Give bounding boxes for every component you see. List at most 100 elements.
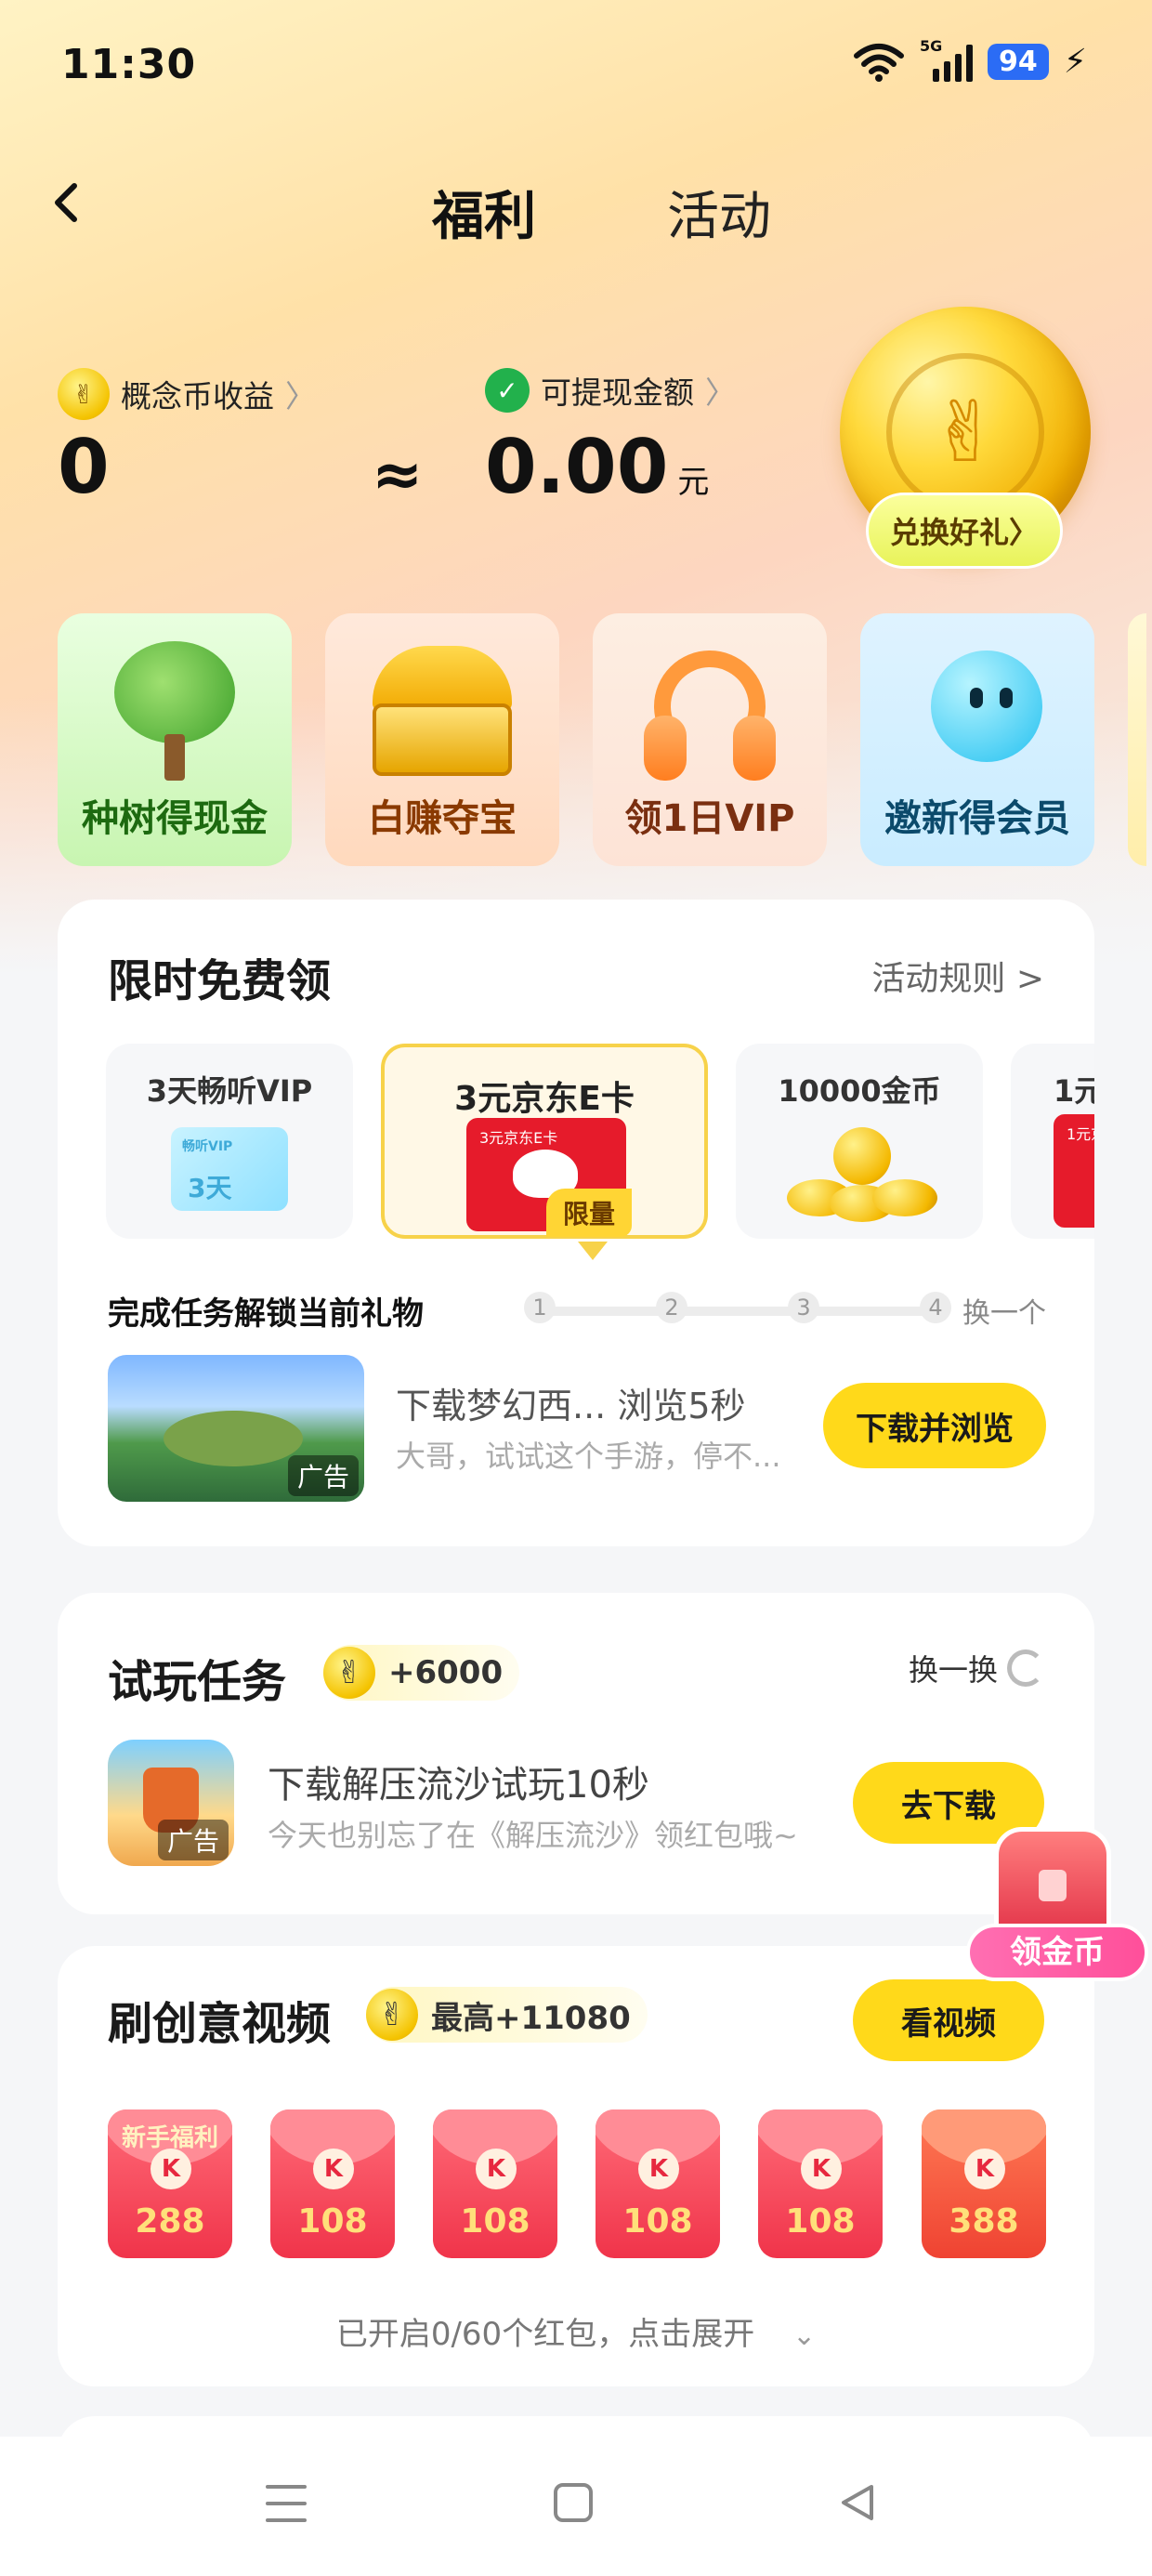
packet-logo-icon: K xyxy=(313,2149,354,2189)
quick-entry-row: 种树得现金 白赚夺宝 领1日VIP 邀新得会员 xyxy=(58,613,1146,866)
jd-card-caption: 3元京东E卡 xyxy=(479,1129,558,1147)
gift-item-selected[interactable]: 3元京东E卡 3元京东E卡 限量 xyxy=(381,1044,708,1239)
vip-card-icon: 畅听VIP 3天 xyxy=(171,1127,288,1211)
gold-coins-icon xyxy=(787,1127,937,1222)
red-packet[interactable]: K 388 xyxy=(922,2109,1046,2258)
creative-video-section: 刷创意视频 ✌ 最高+11080 看视频 新手福利 K 288 K 108 K … xyxy=(58,1946,1094,2386)
tab-activity[interactable]: 活动 xyxy=(667,175,771,250)
expand-packets-link[interactable]: 已开启0/60个红包，点击展开 ⌄ xyxy=(58,2308,1094,2354)
status-icons: 5G 94 ⚡ xyxy=(853,37,1087,82)
red-packet[interactable]: 新手福利 K 288 xyxy=(108,2109,232,2258)
packet-logo-icon: K xyxy=(964,2149,1005,2189)
section-title: 限时免费领 xyxy=(108,955,332,1007)
red-packet[interactable]: K 108 xyxy=(270,2109,395,2258)
quick-card-label: 领1日VIP xyxy=(624,797,795,840)
limited-tag: 限量 xyxy=(545,1189,632,1237)
tab-welfare[interactable]: 福利 xyxy=(432,175,536,250)
home-icon[interactable] xyxy=(554,2483,593,2522)
reward-amount: 最高+11080 xyxy=(431,1999,631,2037)
gift-item[interactable]: 3天畅听VIP 畅听VIP 3天 xyxy=(106,1044,353,1239)
refresh-icon xyxy=(1007,1649,1044,1687)
red-packet[interactable]: K 108 xyxy=(596,2109,720,2258)
top-nav: 福利 活动 xyxy=(0,158,1152,260)
mascot-icon xyxy=(903,641,1052,781)
swap-label: 换一换 xyxy=(908,1652,998,1688)
task-title: 下载梦幻西... 浏览5秒 xyxy=(396,1386,746,1426)
gift-name: 1元 xyxy=(1054,1073,1094,1109)
gift-name: 3元京东E卡 xyxy=(454,1080,635,1118)
floating-coin-chest[interactable]: 领金币 xyxy=(966,1827,1148,1994)
back-triangle-icon[interactable] xyxy=(836,2481,879,2524)
quick-card-vip[interactable]: 领1日VIP xyxy=(593,613,827,866)
swap-gift-button[interactable]: 换一个 xyxy=(962,1290,1046,1331)
selection-pointer xyxy=(578,1242,608,1260)
network-type: 5G xyxy=(919,37,943,55)
quick-card-invite[interactable]: 邀新得会员 xyxy=(860,613,1094,866)
quick-card-label: 种树得现金 xyxy=(82,797,268,840)
chevron-down-icon: ⌄ xyxy=(792,2320,817,2352)
money-tree-icon xyxy=(105,641,244,781)
lock-icon xyxy=(1039,1870,1067,1901)
cash-amount-value: 0.00 xyxy=(485,424,669,510)
reward-pill: ✌ +6000 xyxy=(323,1645,520,1701)
coin-earnings-link[interactable]: ✌ 概念币收益 〉 xyxy=(58,368,316,420)
gift-name: 3天畅听VIP xyxy=(146,1073,313,1109)
coin-icon: ✌ xyxy=(323,1647,375,1699)
activity-rules-link[interactable]: 活动规则 > xyxy=(871,952,1044,1000)
unlock-title: 完成任务解锁当前礼物 xyxy=(108,1295,424,1333)
coin-icon: ✌ xyxy=(58,368,110,420)
limited-free-section: 限时免费领 活动规则 > 3天畅听VIP 畅听VIP 3天 3元京东E卡 3元京… xyxy=(58,900,1094,1546)
gift-carousel: 3天畅听VIP 畅听VIP 3天 3元京东E卡 3元京东E卡 限量 10000金… xyxy=(106,1044,1094,1248)
reward-amount: +6000 xyxy=(388,1654,504,1691)
game-ad-thumbnail[interactable]: 广告 xyxy=(108,1355,364,1502)
cash-unit: 元 xyxy=(677,464,710,501)
cash-amount-link[interactable]: ✓ 可提现金额 〉 xyxy=(485,368,736,413)
red-packet[interactable]: K 108 xyxy=(758,2109,883,2258)
packet-amount: 388 xyxy=(949,2202,1019,2241)
progress-step: 1 xyxy=(524,1292,556,1323)
quick-card-treasure[interactable]: 白赚夺宝 xyxy=(325,613,559,866)
system-navigation-bar xyxy=(0,2437,1152,2576)
quick-card-label: 白赚夺宝 xyxy=(368,797,517,840)
treasure-chest-icon xyxy=(363,646,521,776)
headphones-icon xyxy=(631,641,789,781)
jd-card-icon: 1元京 xyxy=(1054,1114,1094,1228)
collect-coins-label: 领金币 xyxy=(966,1924,1148,1981)
quick-card-plant-tree[interactable]: 种树得现金 xyxy=(58,613,292,866)
signal-icon: 5G xyxy=(920,37,973,82)
reward-pill: ✌ 最高+11080 xyxy=(366,1987,648,2043)
expand-hint-text: 已开启0/60个红包，点击展开 xyxy=(335,2316,755,2353)
gift-item[interactable]: 10000金币 xyxy=(736,1044,983,1239)
app-ad-icon[interactable]: 广告 xyxy=(108,1740,234,1866)
coin-earnings-value: 0 xyxy=(58,424,110,510)
quick-card-next-peek[interactable] xyxy=(1128,613,1146,866)
progress-step: 3 xyxy=(788,1292,819,1323)
jd-card-icon: 3元京东E卡 限量 xyxy=(466,1118,632,1237)
status-bar: 11:30 5G 94 ⚡ xyxy=(0,0,1152,139)
progress-step: 2 xyxy=(656,1292,687,1323)
red-packet[interactable]: K 108 xyxy=(433,2109,557,2258)
swap-task-button[interactable]: 换一换 xyxy=(909,1647,1044,1689)
task-subtitle: 大哥，试试这个手游，停不... xyxy=(396,1439,781,1474)
exchange-gift-button[interactable]: 兑换好礼〉 xyxy=(866,493,1063,569)
packet-amount: 288 xyxy=(135,2202,205,2241)
menu-icon[interactable] xyxy=(266,2485,307,2522)
jd-card-caption: 1元京 xyxy=(1067,1125,1094,1143)
download-browse-button[interactable]: 下载并浏览 xyxy=(823,1383,1046,1468)
chevron-left-icon[interactable] xyxy=(39,175,95,230)
packet-amount: 108 xyxy=(785,2202,856,2241)
chevron-right-icon: 〉 xyxy=(705,375,736,411)
task-subtitle: 今天也别忘了在《解压流沙》领红包哦~ xyxy=(268,1818,798,1853)
wifi-icon xyxy=(853,44,904,82)
gift-item[interactable]: 1元 1元京 xyxy=(1011,1044,1094,1239)
charging-icon: ⚡ xyxy=(1063,42,1087,81)
coin-emblem-icon: ✌ xyxy=(886,353,1044,511)
coin-earnings-label: 概念币收益 xyxy=(121,378,274,414)
vip-card-caption: 畅听VIP xyxy=(182,1139,233,1154)
progress-step: 4 xyxy=(920,1292,951,1323)
battery-level: 94 xyxy=(987,43,1049,80)
approx-sign: ≈ xyxy=(372,439,424,510)
section-title: 试玩任务 xyxy=(108,1656,287,1708)
chevron-right-icon: 〉 xyxy=(285,378,316,414)
cash-amount-label: 可提现金额 xyxy=(541,375,694,411)
